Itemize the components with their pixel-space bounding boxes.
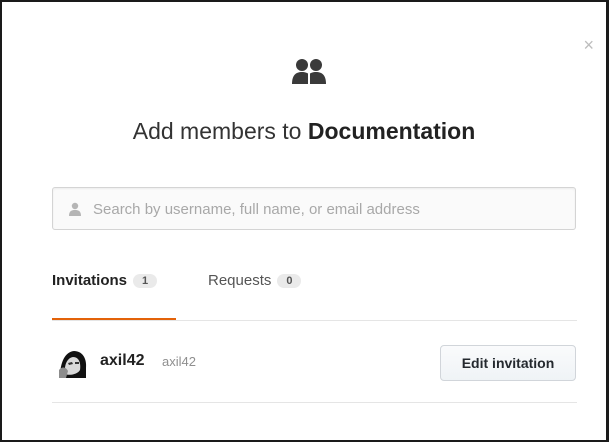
search-input[interactable] <box>93 196 563 222</box>
dialog-title: Add members to Documentation <box>2 118 606 145</box>
list-item: axil42 axil42 Edit invitation <box>52 322 577 403</box>
avatar[interactable] <box>56 344 90 378</box>
member-search <box>52 187 576 230</box>
edit-invitation-button[interactable]: Edit invitation <box>440 345 576 381</box>
requests-count: 0 <box>277 274 302 288</box>
user-icon <box>69 202 81 216</box>
people-icon <box>292 59 326 84</box>
member-tabs: Invitations 1 Requests 0 <box>52 264 577 321</box>
invitations-count: 1 <box>133 274 158 288</box>
tab-requests[interactable]: Requests 0 <box>208 264 318 320</box>
tab-invitations-label: Invitations <box>52 272 128 289</box>
member-name[interactable]: axil42 <box>100 352 144 370</box>
tab-requests-label: Requests <box>208 272 272 289</box>
add-members-dialog: × Add members to Documentation Invitatio… <box>0 0 609 442</box>
team-name: Documentation <box>307 118 476 144</box>
member-login: axil42 <box>162 354 196 369</box>
dialog-title-prefix: Add members to <box>132 118 308 144</box>
tab-invitations[interactable]: Invitations 1 <box>52 264 176 320</box>
close-icon[interactable]: × <box>583 36 594 54</box>
